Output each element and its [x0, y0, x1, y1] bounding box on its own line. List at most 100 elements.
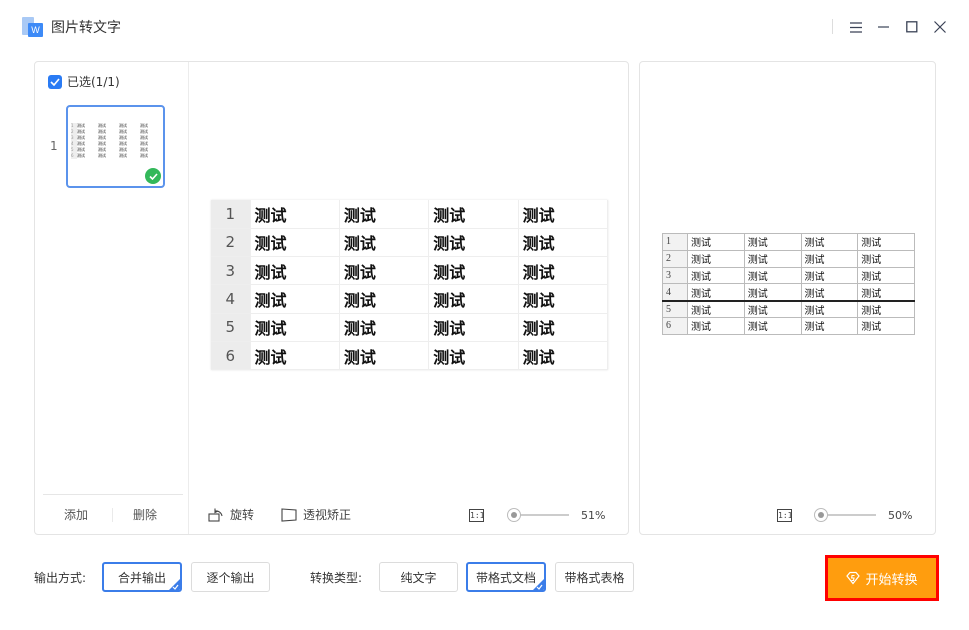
rotate-icon	[208, 508, 223, 522]
rotate-button[interactable]: 旋转	[208, 506, 254, 523]
page-list: 已选(1/1) 1 1 测试 测试 测试 测试 2 测试 测试 测试 测试 3 测试 测试 测试 测试 4 测试…	[35, 62, 189, 534]
result-table: 1 测试 测试 测试 测试 2 测试 测试 测试 测试 3 测试 测试 测试 测试 4 测试 测试 测试 测试 5 测试测…	[662, 233, 915, 335]
source-zoom-slider[interactable]	[507, 508, 569, 522]
output-mode-label: 输出方式:	[34, 571, 87, 585]
table-row: 1 测试 测试 测试 测试	[211, 200, 609, 229]
maximize-icon	[906, 21, 918, 33]
delete-button[interactable]: 删除	[133, 506, 157, 523]
table-cell: 测试	[743, 283, 802, 302]
table-row: 4 测试 测试 测试 测试	[211, 284, 609, 314]
thumbnail-row: 6 测试 测试 测试 测试	[71, 153, 161, 159]
perspective-correction-button[interactable]: 透视矫正	[281, 506, 351, 523]
row-number: 1	[662, 233, 688, 251]
row-number: 5	[662, 299, 688, 318]
table-row: 3 测试 测试 测试 测试	[211, 256, 609, 286]
thumbnail-cell: 测试	[140, 153, 148, 158]
perspective-icon	[281, 507, 297, 522]
select-all-checkbox[interactable]: 已选(1/1)	[48, 73, 120, 90]
table-cell: 测试	[687, 266, 745, 285]
row-number: 6	[211, 341, 251, 371]
add-button[interactable]: 添加	[64, 506, 88, 523]
title-divider	[832, 19, 833, 34]
page-thumbnail[interactable]: 1 测试 测试 测试 测试 2 测试 测试 测试 测试 3 测试 测试 测试 测试 4 测试 测试 测试 测试 5 测试测…	[66, 105, 165, 188]
table-cell: 测试	[743, 233, 802, 251]
row-number: 4	[211, 284, 251, 314]
table-cell: 测试	[250, 228, 340, 258]
close-button[interactable]	[929, 16, 951, 38]
table-cell: 测试	[518, 341, 609, 371]
table-cell: 测试	[339, 200, 430, 229]
table-cell: 测试	[339, 228, 430, 258]
page-number: 1	[50, 139, 58, 153]
table-cell: 测试	[743, 299, 802, 318]
table-row: 1 测试 测试 测试 测试	[662, 233, 915, 251]
close-icon	[934, 21, 946, 33]
menu-icon	[850, 21, 862, 33]
table-cell: 测试	[800, 316, 859, 335]
table-cell: 测试	[250, 284, 340, 314]
source-panel: 已选(1/1) 1 1 测试 测试 测试 测试 2 测试 测试 测试 测试 3 测试 测试 测试 测试 4 测试…	[34, 61, 629, 535]
app-title: 图片转文字	[51, 20, 121, 36]
rotate-label: 旋转	[230, 508, 255, 522]
row-number: 1	[211, 200, 251, 229]
table-row: 6 测试 测试 测试 测试	[211, 341, 609, 371]
table-cell: 测试	[687, 316, 745, 335]
table-cell: 测试	[428, 341, 519, 371]
table-cell: 测试	[428, 256, 519, 286]
separate-output-button[interactable]: 逐个输出	[191, 562, 270, 592]
selected-tick-icon	[536, 584, 543, 590]
table-cell: 测试	[250, 341, 340, 371]
row-number: 5	[211, 313, 251, 342]
table-cell: 测试	[428, 313, 519, 342]
row-number: 6	[662, 316, 688, 335]
table-cell: 测试	[428, 200, 519, 229]
source-image-table: 1 测试 测试 测试 测试 2 测试 测试 测试 测试 3 测试 测试 测试 测试 4 测试 测试 测试 测试 5 测试测…	[211, 200, 609, 371]
table-cell: 测试	[743, 316, 802, 335]
table-cell: 测试	[857, 316, 915, 335]
source-zoom-percent: 51%	[581, 509, 606, 522]
table-cell: 测试	[800, 283, 859, 302]
slider-knob[interactable]	[507, 508, 521, 522]
start-convert-label: 开始转换	[865, 572, 918, 588]
table-cell: 测试	[800, 299, 859, 318]
table-cell: 测试	[518, 284, 609, 314]
table-cell: 测试	[857, 249, 915, 268]
start-convert-button[interactable]: 开始转换	[825, 555, 939, 601]
table-cell: 测试	[857, 283, 915, 302]
divider	[43, 494, 183, 495]
merge-output-button[interactable]: 合并输出	[102, 562, 182, 592]
menu-button[interactable]	[845, 16, 867, 38]
result-panel: 1 测试 测试 测试 测试 2 测试 测试 测试 测试 3 测试 测试 测试 测试 4 测试 测试 测试 测试 5 测试测…	[639, 61, 936, 535]
result-zoom-slider[interactable]	[814, 508, 876, 522]
table-cell: 测试	[857, 299, 915, 318]
result-zoom-percent: 50%	[888, 509, 913, 522]
actual-size-icon[interactable]: 1:1	[469, 509, 484, 522]
checkbox-checked-icon	[48, 74, 62, 89]
table-cell: 测试	[428, 284, 519, 314]
maximize-button[interactable]	[901, 16, 923, 38]
slider-track	[821, 514, 876, 516]
table-cell: 测试	[518, 313, 609, 342]
minimize-icon	[878, 26, 889, 28]
actual-size-icon[interactable]: 1:1	[777, 509, 792, 522]
formatted-document-button[interactable]: 带格式文档	[466, 562, 546, 592]
table-cell: 测试	[743, 249, 802, 268]
table-cell: 测试	[857, 266, 915, 285]
row-number: 4	[662, 283, 688, 302]
minimize-button[interactable]	[873, 16, 895, 38]
table-cell: 测试	[800, 249, 859, 268]
thumbnail-cell: 测试	[119, 153, 127, 158]
table-cell: 测试	[857, 233, 915, 251]
slider-track	[514, 514, 569, 516]
table-cell: 测试	[518, 200, 609, 229]
table-cell: 测试	[250, 313, 340, 342]
table-cell: 测试	[687, 283, 745, 302]
title-bar: W 图片转文字	[0, 0, 969, 56]
slider-knob[interactable]	[814, 508, 828, 522]
row-number: 3	[662, 266, 688, 285]
plain-text-button[interactable]: 纯文字	[379, 562, 458, 592]
row-number: 2	[211, 228, 251, 258]
formatted-spreadsheet-button[interactable]: 带格式表格	[555, 562, 634, 592]
perspective-label: 透视矫正	[303, 508, 352, 522]
table-cell: 测试	[339, 313, 430, 342]
